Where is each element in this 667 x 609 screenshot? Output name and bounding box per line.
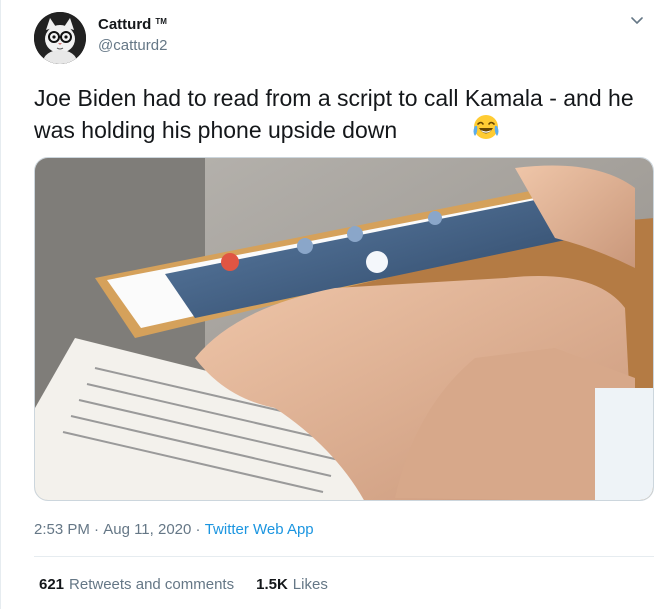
more-options-button[interactable]	[628, 12, 646, 30]
tweet-meta: 2:53 PM · Aug 11, 2020 · Twitter Web App	[34, 521, 314, 538]
user-handle[interactable]: @catturd2	[98, 37, 167, 54]
retweets-count: 621	[39, 576, 65, 593]
tweet-card: Catturd TM @catturd2 Joe Biden had to re…	[0, 0, 667, 609]
tweet-text: Joe Biden had to read from a script to c…	[34, 85, 634, 143]
meta-separator-2: ·	[191, 521, 205, 538]
trademark-mark: TM	[155, 17, 167, 26]
tears-of-joy-emoji	[471, 112, 501, 142]
tweet-photo[interactable]	[34, 157, 654, 501]
author-name-row: Catturd TM	[98, 16, 167, 33]
retweets-label: Retweets and comments	[69, 576, 235, 593]
display-name[interactable]: Catturd	[98, 16, 151, 33]
meta-separator: ·	[89, 521, 104, 538]
likes-count: 1.5K	[256, 576, 288, 593]
tweet-date[interactable]: Aug 11, 2020	[103, 521, 191, 538]
cat-avatar-icon	[34, 12, 86, 64]
likes-stat[interactable]: 1.5K Likes	[256, 576, 328, 593]
likes-label: Likes	[292, 576, 328, 593]
source-app-link[interactable]: Twitter Web App	[205, 521, 314, 538]
phone-photo-image	[35, 158, 653, 500]
avatar[interactable]	[34, 12, 86, 64]
tweet-time[interactable]: 2:53 PM	[34, 521, 90, 538]
laughing-face-icon	[473, 115, 499, 139]
retweets-stat[interactable]: 621 Retweets and comments	[39, 576, 234, 593]
tweet-stats: 621 Retweets and comments 1.5K Likes	[39, 576, 350, 593]
chevron-down-icon	[631, 17, 643, 24]
stats-divider	[34, 556, 654, 557]
